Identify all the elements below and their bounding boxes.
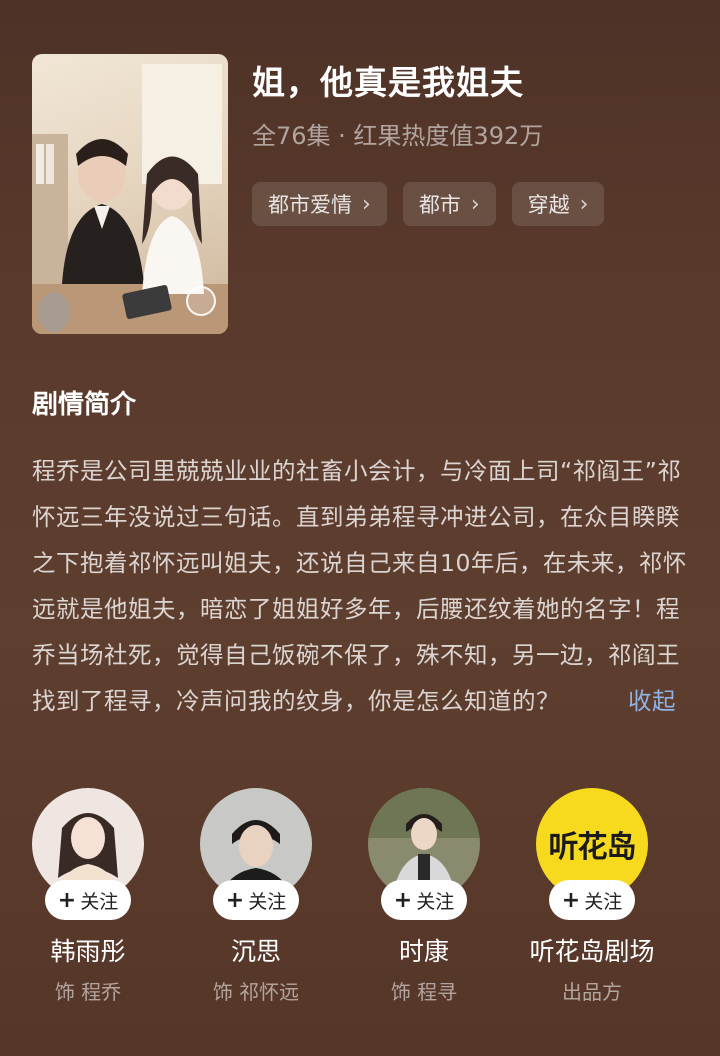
- cast-name: 沉思: [230, 937, 281, 966]
- logo-text: 听花岛: [548, 830, 637, 865]
- cast-role: 饰 程乔: [54, 980, 122, 1004]
- collapse-button[interactable]: 收起: [628, 687, 676, 715]
- follow-label: 关注: [416, 890, 455, 913]
- plus-icon: +: [561, 887, 581, 913]
- tag-label: 都市爱情: [268, 193, 352, 217]
- drama-title: 姐，他真是我姐夫: [252, 63, 524, 102]
- synopsis-text: 程乔是公司里兢兢业业的社畜小会计，与冷面上司“祁阎王”祁怀远三年没说过三句话。直…: [32, 457, 687, 715]
- chevron-right-icon: ›: [579, 191, 589, 217]
- tag-urban-romance[interactable]: 都市爱情 ›: [252, 182, 387, 226]
- tag-label: 穿越: [527, 193, 570, 217]
- follow-button[interactable]: + 关注: [381, 880, 467, 920]
- follow-button[interactable]: + 关注: [549, 880, 635, 920]
- follow-label: 关注: [248, 890, 287, 913]
- plus-icon: +: [225, 887, 245, 913]
- follow-label: 关注: [80, 890, 119, 913]
- tag-urban[interactable]: 都市 ›: [402, 182, 496, 226]
- cast-role: 出品方: [562, 980, 622, 1004]
- cast-member-4[interactable]: 听花岛 + 关注 听花岛剧场 出品方: [508, 788, 676, 1005]
- synopsis-heading: 剧情简介: [32, 390, 137, 420]
- cast-name: 时康: [398, 937, 449, 966]
- cast-member-2[interactable]: + 关注 沉思 饰 祁怀远: [172, 788, 340, 1005]
- cast-name: 听花岛剧场: [529, 937, 655, 966]
- tag-time-travel[interactable]: 穿越 ›: [511, 182, 605, 226]
- synopsis-text-block: 程乔是公司里兢兢业业的社畜小会计，与冷面上司“祁阎王”祁怀远三年没说过三句话。直…: [32, 448, 696, 724]
- drama-meta: 全76集 · 红果热度值392万: [252, 122, 544, 150]
- follow-label: 关注: [584, 890, 623, 913]
- cast-name: 韩雨彤: [50, 937, 126, 966]
- cast-member-3[interactable]: + 关注 时康 饰 程寻: [340, 788, 508, 1005]
- chevron-right-icon: ›: [362, 191, 371, 217]
- plus-icon: +: [393, 887, 413, 913]
- chevron-right-icon: ›: [470, 191, 480, 217]
- drama-cover[interactable]: [32, 54, 228, 334]
- follow-button[interactable]: + 关注: [213, 880, 299, 920]
- cover-watermark-icon: [186, 286, 216, 316]
- tag-label: 都市: [418, 193, 461, 217]
- cast-member-1[interactable]: + 关注 韩雨彤 饰 程乔: [4, 788, 172, 1005]
- follow-button[interactable]: + 关注: [45, 880, 131, 920]
- plus-icon: +: [57, 887, 77, 913]
- cast-role: 饰 祁怀远: [212, 980, 300, 1004]
- cast-role: 饰 程寻: [390, 980, 458, 1004]
- tag-list: 都市爱情 › 都市 › 穿越 ›: [252, 182, 605, 226]
